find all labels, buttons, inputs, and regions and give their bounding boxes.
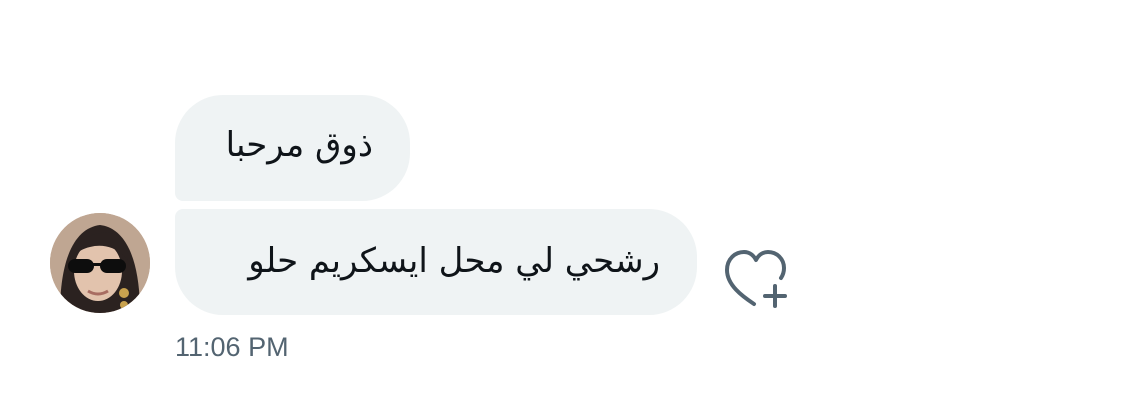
message-bubble[interactable]: ذوق مرحبا [175, 95, 410, 201]
react-button[interactable] [720, 246, 794, 312]
avatar-photo [50, 213, 150, 313]
avatar[interactable] [50, 213, 150, 313]
heart-plus-icon [725, 250, 787, 308]
message-text: رشحي لي محل ايسكريم حلو [248, 241, 660, 281]
message-timestamp: 11:06 PM [175, 332, 289, 362]
message-bubble[interactable]: رشحي لي محل ايسكريم حلو [175, 209, 697, 315]
message-text: ذوق مرحبا [225, 125, 373, 165]
